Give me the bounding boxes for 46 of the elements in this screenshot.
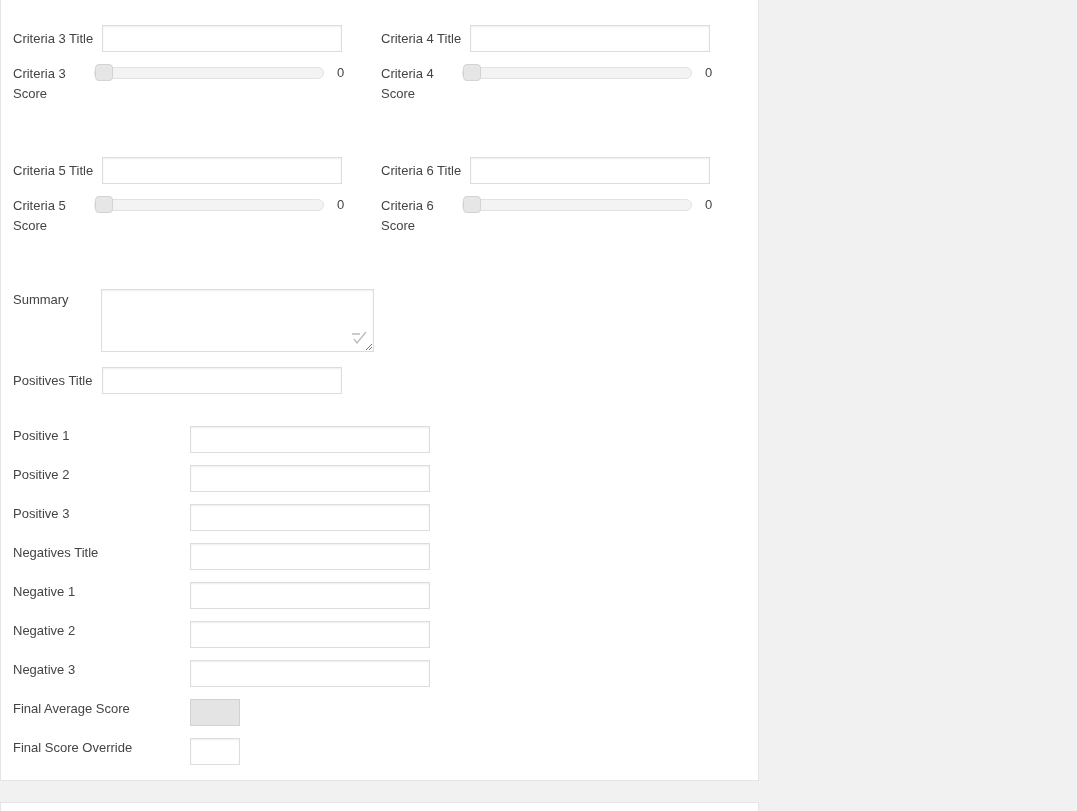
title-input-field[interactable] — [102, 25, 342, 52]
field-label: Positive 2 — [13, 466, 71, 484]
field-label: Positives Title — [13, 371, 94, 390]
field-label: Final Score Override — [13, 739, 134, 757]
field-label: Criteria 5 Score — [13, 197, 67, 235]
slider-track[interactable] — [462, 67, 692, 79]
text-input-field[interactable] — [190, 660, 430, 687]
field-label: Criteria 6 Title — [381, 161, 463, 180]
text-input-field[interactable] — [190, 465, 430, 492]
field-label: Negative 1 — [13, 583, 77, 601]
score-value: 0 — [705, 64, 713, 82]
field-label: Negative 3 — [13, 661, 77, 679]
field-label: Criteria 4 Title — [381, 29, 463, 48]
slider-track[interactable] — [462, 199, 692, 211]
title-input-field[interactable] — [470, 157, 710, 184]
field-label: Criteria 6 Score — [381, 197, 435, 235]
field-label: Negative 2 — [13, 622, 77, 640]
slider-track[interactable] — [94, 67, 324, 79]
score-input-field[interactable] — [190, 738, 240, 765]
field-label: Negatives Title — [13, 544, 100, 562]
slider-thumb[interactable] — [95, 196, 113, 213]
slider-thumb[interactable] — [463, 64, 481, 81]
field-label: Positive 3 — [13, 505, 71, 523]
title-input-field[interactable] — [102, 367, 342, 394]
field-label: Criteria 3 Title — [13, 29, 95, 48]
field-label: Positive 1 — [13, 427, 71, 445]
spellcheck-icon — [350, 330, 368, 344]
text-input-field[interactable] — [190, 621, 430, 648]
field-label: Criteria 4 Score — [381, 65, 435, 103]
field-label: Final Average Score — [13, 700, 131, 718]
title-input-field[interactable] — [470, 25, 710, 52]
score-value: 0 — [337, 196, 345, 214]
slider-track[interactable] — [94, 199, 324, 211]
field-label: Criteria 5 Title — [13, 161, 95, 180]
text-input-field[interactable] — [190, 504, 430, 531]
text-input-field[interactable] — [190, 543, 430, 570]
score-value: 0 — [337, 64, 345, 82]
score-value: 0 — [705, 196, 713, 214]
title-input-field[interactable] — [102, 157, 342, 184]
slider-thumb[interactable] — [95, 64, 113, 81]
field-label: Criteria 3 Score — [13, 65, 67, 103]
resize-handle-icon[interactable] — [365, 343, 372, 350]
slider-thumb[interactable] — [463, 196, 481, 213]
field-label: Summary — [13, 291, 70, 309]
text-input-field[interactable] — [190, 426, 430, 453]
text-input-field[interactable] — [190, 582, 430, 609]
